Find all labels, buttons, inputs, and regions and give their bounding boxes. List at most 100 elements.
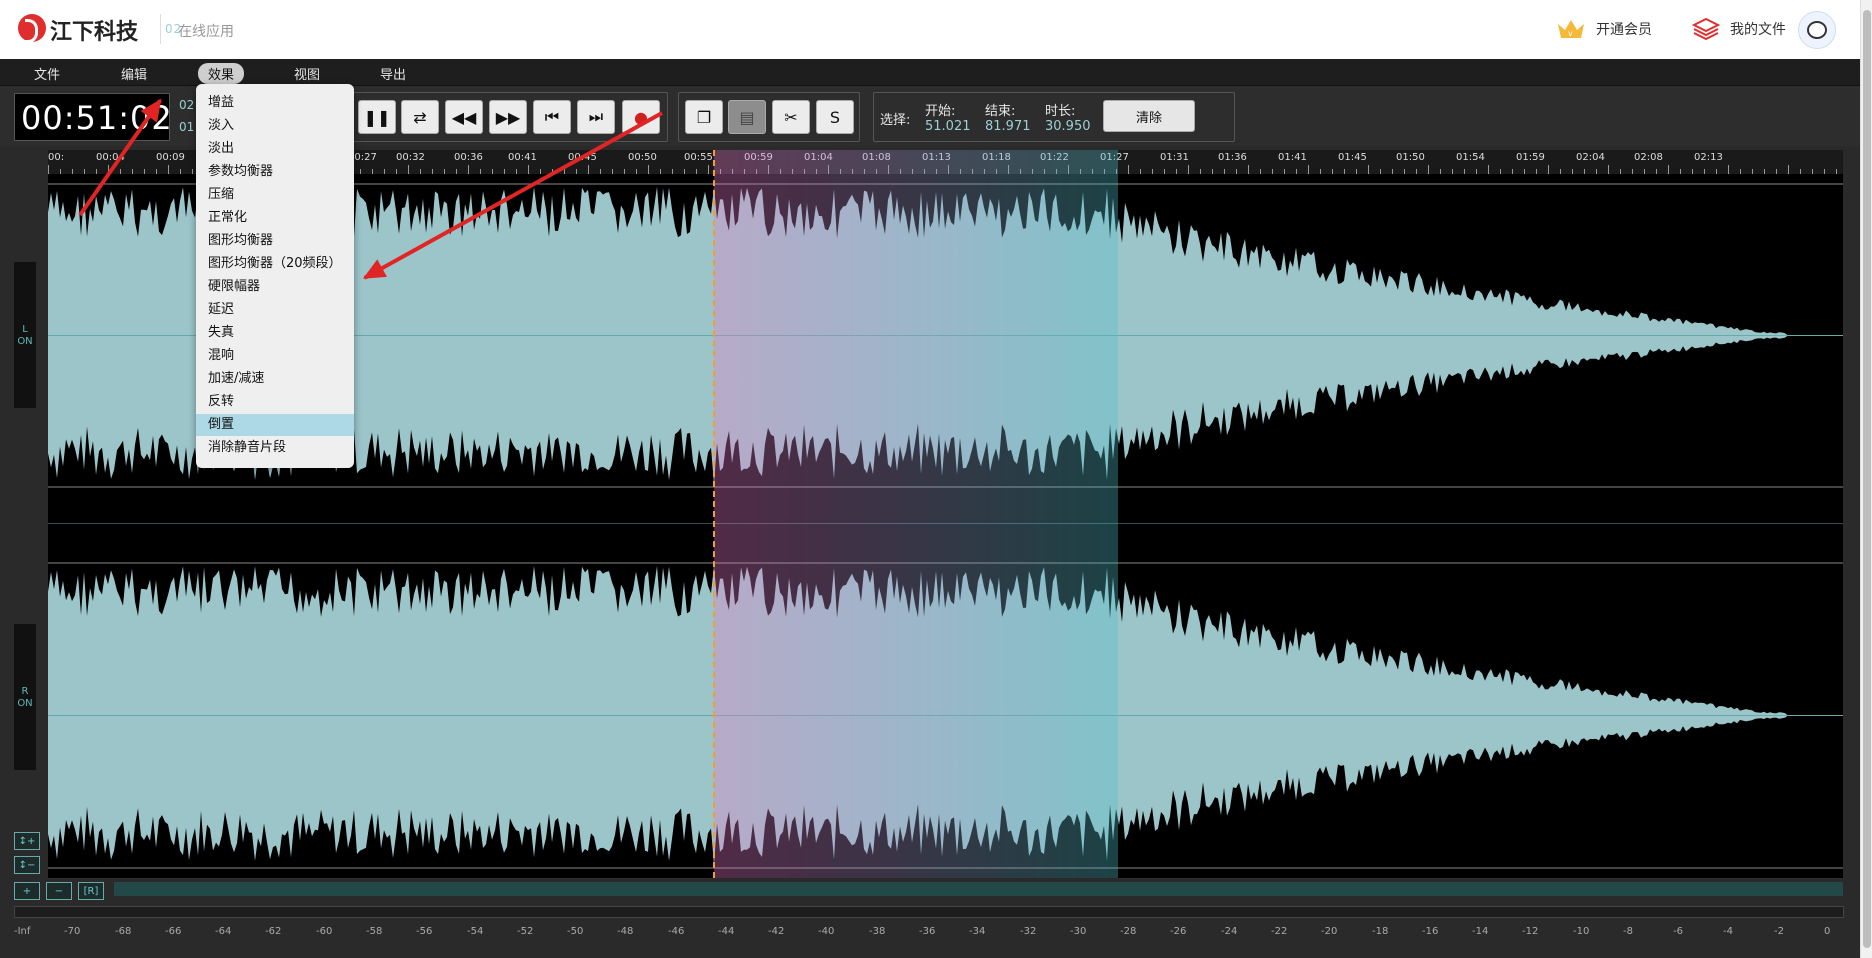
svg-text:v: v [1568,29,1573,38]
brand-logo-icon[interactable] [18,14,46,43]
ruler-tick [588,165,589,174]
effect-reverse[interactable]: 倒置 [196,414,354,436]
effect-speed[interactable]: 加速/减速 [196,368,354,390]
meter-label: -56 [416,926,433,937]
pause-button[interactable]: ❚❚ [358,100,396,134]
ruler-label: 00:36 [454,152,483,163]
ruler-tick [1608,165,1609,174]
time-small-bottom: 01 [179,120,195,134]
meter-label: -58 [366,926,383,937]
ruler-tick [168,165,169,174]
effects-dropdown: 增益 淡入 淡出 参数均衡器 压缩 正常化 图形均衡器 图形均衡器（20频段） … [196,84,354,468]
effect-hard-limiter[interactable]: 硬限幅器 [196,276,354,298]
meter-label: -18 [1372,926,1389,937]
effect-distortion[interactable]: 失真 [196,322,354,344]
channel-left-state: ON [17,336,33,347]
playhead[interactable] [713,150,715,878]
effect-reverb[interactable]: 混响 [196,345,354,367]
ruler-label: 00: [48,152,65,163]
effect-fade-in[interactable]: 淡入 [196,115,354,137]
menu-edit[interactable]: 编辑 [111,63,157,84]
timeline-scrollbar[interactable] [114,882,1843,896]
level-meter-scale: -Inf -70 -68 -66 -64 -62 -60 -58 -56 -54 -52 -50 -48… [14,926,1842,940]
ruler-tick [648,165,649,174]
zoom-reset-button[interactable]: [R] [78,882,104,900]
effect-graphic-eq-20[interactable]: 图形均衡器（20频段） [196,253,354,275]
brand-name[interactable]: 江下科技 [50,14,138,46]
paste-icon: ▤ [739,107,755,127]
meter-label: -48 [617,926,634,937]
page-scrollbar-thumb[interactable] [1863,10,1871,948]
effect-parametric-eq[interactable]: 参数均衡器 [196,161,354,183]
zoom-in-button[interactable]: + [14,882,40,900]
zoom-out-button[interactable]: − [46,882,72,900]
channel-left-label: L [22,324,28,335]
meter-label: -54 [467,926,484,937]
my-files-label: 我的文件 [1730,22,1786,38]
ruler-label: 00:50 [628,152,657,163]
effect-compress[interactable]: 压缩 [196,184,354,206]
start-label: 开始: [925,104,956,119]
cut-button[interactable]: ✂ [772,100,810,134]
effect-graphic-eq[interactable]: 图形均衡器 [196,230,354,252]
vertical-zoom-out-button[interactable]: ↕− [14,856,40,874]
vip-button[interactable]: v 开通会员 [1556,16,1652,42]
ruler-label: 01:41 [1278,152,1307,163]
copy-button[interactable]: ❐ [685,100,723,134]
avatar[interactable] [1798,11,1836,49]
vertical-zoom-in-button[interactable]: ↕+ [14,832,40,850]
selection-region[interactable] [714,150,1118,878]
menu-effects[interactable]: 效果 [198,63,245,84]
pause-icon: ❚❚ [363,107,391,127]
meter-label: -68 [115,926,132,937]
menu-export[interactable]: 导出 [370,63,416,84]
meter-label: -70 [64,926,81,937]
meter-label: -30 [1070,926,1087,937]
menu-bar: 文件 编辑 效果 视图 导出 [0,59,1860,86]
meter-label: -22 [1271,926,1288,937]
menu-file[interactable]: 文件 [24,63,70,84]
time-small-top-2: 02 [179,98,195,112]
paste-button[interactable]: ▤ [728,100,766,134]
channel-right-toggle[interactable]: R ON [14,624,36,770]
rewind-button[interactable]: ◀◀ [445,100,483,134]
forward-button[interactable]: ▶▶ [489,100,527,134]
ruler-tick [468,165,469,174]
menu-view[interactable]: 视图 [284,63,330,84]
skip-end-button[interactable]: ⏭ [577,100,615,134]
ruler-label: 01:54 [1456,152,1485,163]
meter-label: -26 [1170,926,1187,937]
duration-label: 时长: [1045,104,1076,119]
meter-label: -32 [1020,926,1037,937]
ruler-tick [1548,165,1549,174]
meter-label: -Inf [14,926,31,937]
crown-icon: v [1558,20,1584,38]
my-files-button[interactable]: 我的文件 [1692,16,1786,42]
ruler-label: 01:50 [1396,152,1425,163]
ruler-tick [1668,165,1669,174]
meter-label: -64 [215,926,232,937]
ruler-tick [1128,165,1129,174]
ruler-tick [528,165,529,174]
effect-remove-silence[interactable]: 消除静音片段 [196,437,354,459]
ruler-label: 00:09 [156,152,185,163]
clear-selection-button[interactable]: 清除 [1103,100,1195,132]
page-scrollbar[interactable] [1860,0,1872,958]
effect-delay[interactable]: 延迟 [196,299,354,321]
loop-button[interactable]: ⇄ [401,100,439,134]
meter-label: -66 [165,926,182,937]
silence-button[interactable]: S [816,100,854,134]
meter-label: -62 [265,926,282,937]
ruler-tick [48,165,49,174]
skip-start-button[interactable]: ⏮ [533,100,571,134]
channel-left-toggle[interactable]: L ON [14,262,36,408]
start-value: 51.021 [925,119,971,134]
effect-invert[interactable]: 反转 [196,391,354,413]
meter-label: -2 [1774,926,1784,937]
header-divider [160,14,161,44]
ruler-tick [408,165,409,174]
brand-subtitle: 在线应用 [178,24,234,40]
effect-fade-out[interactable]: 淡出 [196,138,354,160]
effect-gain[interactable]: 增益 [196,92,354,114]
effect-normalize[interactable]: 正常化 [196,207,354,229]
